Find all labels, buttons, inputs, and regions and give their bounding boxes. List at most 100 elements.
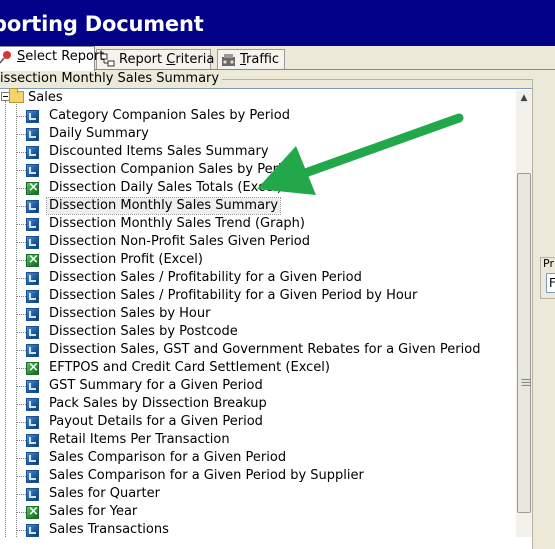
tree-guide-line [16, 404, 26, 405]
tree-guide-line [16, 476, 26, 477]
pin-icon [0, 50, 13, 64]
excel-icon [26, 504, 39, 520]
tree-item-label: Dissection Companion Sales by Period [49, 162, 298, 177]
tree-guide-line [16, 512, 26, 513]
tree-item[interactable]: Payout Details for a Given Period [26, 413, 265, 431]
tree-item-label: GST Summary for a Given Period [49, 378, 263, 393]
tree-guide-line [16, 260, 26, 261]
report-icon [26, 433, 39, 447]
tree-guide-line [16, 134, 26, 135]
tree-item[interactable]: Dissection Sales / Profitability for a G… [26, 287, 419, 305]
tree-item[interactable]: Dissection Daily Sales Totals (Excel) [26, 179, 284, 197]
report-icon [26, 235, 39, 249]
tree-item-label: Sales for Quarter [49, 486, 160, 501]
report-icon [26, 271, 39, 285]
vertical-scrollbar[interactable]: ▲ — — — [516, 90, 532, 537]
tree-item[interactable]: Sales Comparison for a Given Period by S… [26, 467, 366, 485]
groupbox-label: issection Monthly Sales Summary [0, 71, 223, 87]
report-icon [26, 145, 39, 159]
tree-root-sales[interactable]: Sales [28, 89, 63, 107]
report-icon [26, 451, 39, 465]
report-icon [26, 109, 39, 123]
tree-guide-line [16, 224, 26, 225]
report-icon [26, 415, 39, 429]
tree-item-label: Dissection Profit (Excel) [49, 252, 203, 267]
tree-item[interactable]: Dissection Non-Profit Sales Given Period [26, 233, 312, 251]
tab-label: elect Report [25, 49, 105, 64]
tree-item[interactable]: Dissection Sales, GST and Government Reb… [26, 341, 482, 359]
excel-icon [26, 252, 39, 268]
excel-icon [26, 180, 39, 196]
tree-guide-line [16, 422, 26, 423]
tree-item-label: Dissection Monthly Sales Summary [45, 197, 282, 215]
tree-item-label: EFTPOS and Credit Card Settlement (Excel… [49, 360, 330, 375]
tree-guide-line [5, 101, 6, 537]
tab-report-criteria[interactable]: Report Criteria [96, 49, 214, 70]
tree-guide-line [16, 440, 26, 441]
tree-item[interactable]: GST Summary for a Given Period [26, 377, 265, 395]
tree-item[interactable]: EFTPOS and Credit Card Settlement (Excel… [26, 359, 332, 377]
tree-item[interactable]: Sales Comparison for a Given Period [26, 449, 288, 467]
tree-item[interactable]: Pack Sales by Dissection Breakup [26, 395, 269, 413]
report-icon [26, 217, 39, 231]
tree-item-label: Dissection Sales / Profitability for a G… [49, 270, 362, 285]
tree-guide-line [16, 296, 26, 297]
report-icon [26, 523, 39, 537]
tree-item[interactable]: Category Companion Sales by Period [26, 107, 292, 125]
tree-item-label: Daily Summary [49, 126, 149, 141]
tree-item-label: Dissection Non-Profit Sales Given Period [49, 234, 311, 249]
folder-icon [9, 88, 24, 103]
tree-item-label: Dissection Monthly Sales Trend (Graph) [49, 216, 305, 231]
tree-item-label: Payout Details for a Given Period [49, 414, 263, 429]
scrollbar-thumb[interactable]: — — — [517, 173, 531, 513]
printer-panel: Pri F [540, 257, 555, 299]
tree-guide-line [16, 116, 26, 117]
tab-select-report[interactable]: Select Report [0, 46, 104, 71]
printer-select[interactable]: F [546, 273, 555, 293]
window-title: eporting Document [0, 12, 204, 36]
tree-item[interactable]: Sales for Quarter [26, 485, 162, 503]
tree-item[interactable]: Dissection Monthly Sales Summary [26, 197, 282, 215]
tree-guide-line [16, 314, 26, 315]
tree-item[interactable]: Retail Items Per Transaction [26, 431, 232, 449]
report-icon [26, 469, 39, 483]
tree-item-label: Dissection Sales by Postcode [49, 324, 238, 339]
tree-item-label: Dissection Daily Sales Totals (Excel) [49, 180, 282, 195]
tree-item[interactable]: Dissection Sales by Postcode [26, 323, 240, 341]
tree-guide-line [16, 206, 26, 207]
tree-item-label: Discounted Items Sales Summary [49, 144, 269, 159]
tree-item[interactable]: Daily Summary [26, 125, 151, 143]
tree-guide-line [16, 386, 26, 387]
tree-item[interactable]: Dissection Companion Sales by Period [26, 161, 300, 179]
tree-item[interactable]: Sales Transactions [26, 521, 171, 539]
tab-strip: Select Report Report Criteria Traffic [0, 46, 555, 71]
tree-guide-line [16, 242, 26, 243]
tree-item-label: Sales for Year [49, 504, 138, 519]
tree-item[interactable]: Dissection Sales / Profitability for a G… [26, 269, 364, 287]
tree-guide-line [16, 152, 26, 153]
tree-guide-line [16, 458, 26, 459]
tree-item[interactable]: Sales for Year [26, 503, 139, 521]
tree-item-label: Dissection Sales, GST and Government Reb… [49, 342, 481, 357]
tree-guide-line [16, 332, 26, 333]
report-icon [26, 343, 39, 357]
tab-traffic[interactable]: Traffic [217, 49, 285, 70]
report-icon [26, 397, 39, 411]
tree-item-label: Pack Sales by Dissection Breakup [49, 396, 267, 411]
report-icon [26, 163, 39, 177]
report-icon [26, 325, 39, 339]
report-icon [26, 487, 39, 501]
tree-guide-line [16, 188, 26, 189]
traffic-icon [221, 53, 236, 67]
tree-item[interactable]: Dissection Monthly Sales Trend (Graph) [26, 215, 307, 233]
tree-item[interactable]: Dissection Profit (Excel) [26, 251, 205, 269]
scroll-up-arrow-icon[interactable]: ▲ [516, 90, 532, 106]
title-bar: eporting Document [0, 0, 555, 46]
tree-item-label: Sales Comparison for a Given Period by S… [49, 468, 364, 483]
grip-icon: — — — [521, 374, 531, 391]
tree-item[interactable]: Dissection Sales by Hour [26, 305, 212, 323]
tree-item[interactable]: Discounted Items Sales Summary [26, 143, 271, 161]
tree-item-label: Retail Items Per Transaction [49, 432, 230, 447]
printer-label: Pri [543, 257, 555, 270]
tree-guide-line [16, 530, 26, 531]
